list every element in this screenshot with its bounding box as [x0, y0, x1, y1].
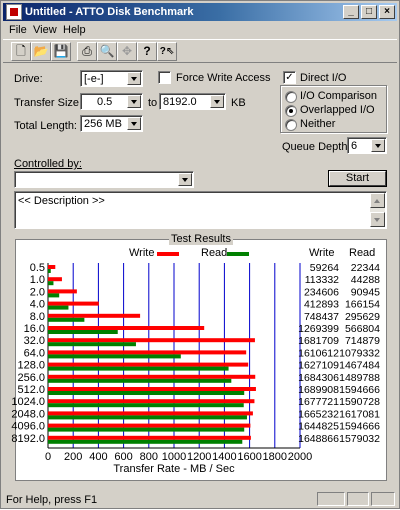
- read-value: 1489788: [339, 372, 380, 384]
- read-value: 90945: [351, 286, 380, 298]
- write-bar: [48, 326, 205, 330]
- read-bar: [48, 354, 181, 359]
- read-value: 166154: [345, 299, 380, 311]
- write-bar: [48, 350, 247, 355]
- write-bar: [48, 387, 256, 391]
- write-bar: [48, 265, 56, 269]
- read-value: 44288: [351, 274, 380, 286]
- y-category-label: 512.0: [17, 384, 45, 396]
- write-bar: [48, 411, 253, 416]
- read-bar: [48, 269, 51, 273]
- read-bar: [48, 317, 85, 322]
- read-value: 1590728: [339, 396, 380, 408]
- write-value: 1677721: [298, 396, 339, 408]
- read-value: 1617081: [339, 408, 380, 420]
- write-value: 748437: [304, 311, 339, 323]
- y-category-label: 2048.0: [11, 408, 45, 420]
- y-category-label: 64.0: [24, 347, 45, 359]
- y-category-label: 16.0: [24, 323, 45, 335]
- read-bar: [48, 391, 245, 395]
- write-bar: [48, 399, 255, 404]
- read-value: 1594666: [339, 421, 380, 433]
- read-bar: [48, 403, 244, 408]
- x-tick-label: 1400: [212, 451, 236, 463]
- write-bar: [48, 435, 251, 440]
- y-category-label: 8192.0: [11, 433, 45, 445]
- read-bar: [48, 305, 69, 310]
- x-tick-label: 1000: [162, 451, 186, 463]
- write-bar: [48, 277, 62, 282]
- y-category-label: 32.0: [24, 335, 45, 347]
- write-value: 1684306: [298, 372, 339, 384]
- x-tick-label: 1600: [237, 451, 261, 463]
- read-value: 1079332: [339, 347, 380, 359]
- write-value: 1627109: [298, 360, 339, 372]
- x-tick-label: 600: [114, 451, 132, 463]
- y-category-label: 8.0: [30, 311, 45, 323]
- x-tick-label: 200: [64, 451, 82, 463]
- write-value: 1610612: [298, 347, 339, 359]
- status-pane-1: [317, 492, 345, 506]
- read-bar: [48, 415, 247, 420]
- write-bar: [48, 374, 256, 379]
- y-category-label: 4096.0: [11, 421, 45, 433]
- x-tick-label: 1800: [263, 451, 287, 463]
- x-axis-label: Transfer Rate - MB / Sec: [113, 463, 235, 475]
- write-value: 1648866: [298, 433, 339, 445]
- y-category-label: 256.0: [17, 372, 45, 384]
- transfer-rate-chart: 0 200 400 600 800 1000 1200 1400 1600 1800 2000 Tra…: [11, 262, 380, 475]
- x-tick-label: 400: [89, 451, 107, 463]
- read-bar: [48, 342, 136, 347]
- read-bar: [48, 366, 229, 371]
- read-value: 1594666: [339, 384, 380, 396]
- write-bar: [48, 423, 251, 428]
- write-bar: [48, 338, 255, 343]
- write-value: 1665232: [298, 408, 339, 420]
- y-category-label: 128.0: [17, 360, 45, 372]
- write-bar: [48, 313, 141, 318]
- write-value: 1644825: [298, 421, 339, 433]
- read-bar: [48, 427, 245, 432]
- read-bar: [48, 378, 232, 383]
- status-bar: For Help, press F1: [3, 491, 397, 507]
- y-category-label: 4.0: [30, 299, 45, 311]
- read-value: 1467484: [339, 360, 380, 372]
- read-value: 714879: [345, 335, 380, 347]
- write-bar: [48, 289, 77, 294]
- read-value: 566804: [345, 323, 380, 335]
- write-value: 113332: [305, 274, 339, 286]
- x-tick-label: 0: [45, 451, 51, 463]
- write-bar: [48, 301, 99, 306]
- status-pane-3: [371, 492, 395, 506]
- read-value: 295629: [345, 311, 380, 323]
- x-tick-label: 800: [140, 451, 158, 463]
- x-tick-label: 2000: [288, 451, 312, 463]
- y-category-label: 2.0: [30, 286, 45, 298]
- write-value: 234606: [304, 286, 339, 298]
- read-bar: [48, 293, 60, 298]
- status-text: For Help, press F1: [6, 494, 98, 506]
- y-category-label: 1024.0: [11, 396, 45, 408]
- read-bar: [48, 330, 118, 334]
- write-bar: [48, 362, 249, 367]
- status-pane-2: [347, 492, 369, 506]
- read-value: 22344: [351, 262, 380, 274]
- y-category-label: 0.5: [30, 262, 45, 274]
- app-window: Untitled - ATTO Disk Benchmark _ □ × Fil…: [0, 0, 400, 509]
- write-value: 1269399: [298, 323, 339, 335]
- write-value: 1689908: [298, 384, 339, 396]
- read-bar: [48, 439, 243, 444]
- read-value: 1579032: [339, 433, 380, 445]
- y-category-label: 1.0: [30, 274, 45, 286]
- read-bar: [48, 281, 54, 286]
- write-value: 1681709: [298, 335, 339, 347]
- x-tick-label: 1200: [187, 451, 211, 463]
- write-value: 59264: [310, 262, 339, 274]
- write-value: 412893: [304, 299, 339, 311]
